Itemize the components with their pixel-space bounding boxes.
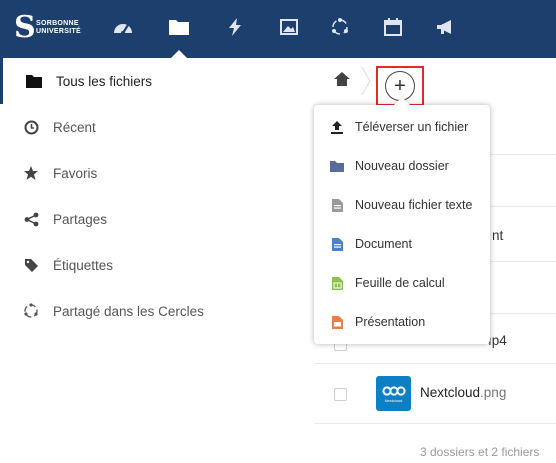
row-checkbox[interactable]: [334, 388, 347, 401]
clock-icon: [23, 119, 39, 135]
gallery-icon[interactable]: [276, 14, 302, 40]
menu-item-label: Présentation: [355, 315, 426, 329]
sidebar-item-label: Favoris: [53, 165, 98, 181]
folder-icon[interactable]: [166, 14, 192, 40]
nextcloud-thumbnail-icon: Nextcloud: [376, 376, 411, 411]
menu-item-new-folder[interactable]: Nouveau dossier: [314, 146, 490, 186]
sorbonne-logo[interactable]: S SORBONNE UNIVERSITÉ: [14, 13, 81, 43]
tag-icon: [23, 257, 39, 273]
file-summary: 3 dossiers et 2 fichiers: [420, 445, 540, 459]
file-extension: .png: [480, 385, 507, 400]
menu-item-upload[interactable]: Téléverser un fichier: [314, 107, 490, 147]
file-basename: Nextcloud: [420, 385, 481, 400]
share-icon: [23, 211, 39, 227]
upload-icon: [330, 120, 344, 134]
sidebar-item-label: Étiquettes: [53, 257, 114, 273]
star-icon: [23, 165, 39, 181]
sidebar-item-all-files[interactable]: Tous les fichiers: [0, 58, 314, 104]
sidebar-item-circles[interactable]: Partagé dans les Cercles: [0, 288, 314, 334]
row-divider: [314, 363, 556, 364]
menu-item-label: Nouveau fichier texte: [355, 198, 473, 212]
folder-icon: [330, 159, 344, 173]
new-menu-popover: Téléverser un fichier Nouveau dossier No…: [314, 97, 490, 344]
text-file-icon: [330, 198, 344, 212]
circles-icon[interactable]: [327, 14, 353, 40]
sidebar-item-label: Tous les fichiers: [56, 73, 153, 89]
file-name-nextcloud-png[interactable]: Nextcloud.png: [420, 385, 506, 400]
sidebar: Tous les fichiers Récent Favoris Partage…: [0, 58, 314, 463]
menu-item-presentation[interactable]: Présentation: [314, 302, 490, 342]
sidebar-item-label: Récent: [53, 119, 96, 135]
partial-video-name: ıp4: [488, 333, 507, 348]
circles-icon: [23, 303, 39, 319]
menu-item-label: Téléverser un fichier: [355, 120, 469, 134]
sidebar-item-favorites[interactable]: Favoris: [0, 150, 314, 196]
sidebar-item-label: Partagé dans les Cercles: [53, 303, 204, 319]
sidebar-item-tags[interactable]: Étiquettes: [0, 242, 314, 288]
dashboard-icon[interactable]: [110, 14, 136, 40]
folder-icon: [26, 73, 42, 89]
menu-item-label: Nouveau dossier: [355, 159, 449, 173]
popover-arrow: [394, 97, 410, 105]
menu-item-spreadsheet[interactable]: Feuille de calcul: [314, 263, 490, 303]
calendar-icon[interactable]: [380, 14, 406, 40]
sidebar-item-shares[interactable]: Partages: [0, 196, 314, 242]
logo-line1: SORBONNE: [36, 20, 79, 27]
breadcrumb-separator: [361, 66, 371, 96]
document-icon: [330, 237, 344, 251]
menu-item-new-text-file[interactable]: Nouveau fichier texte: [314, 185, 490, 225]
top-bar: S SORBONNE UNIVERSITÉ: [0, 0, 556, 58]
home-icon[interactable]: [334, 72, 350, 91]
activity-icon[interactable]: [222, 14, 248, 40]
sidebar-item-recent[interactable]: Récent: [0, 104, 314, 150]
presentation-icon: [330, 315, 344, 329]
logo-initial: S: [14, 10, 36, 45]
logo-line2: UNIVERSITÉ: [36, 28, 82, 35]
partial-file-name: nt: [492, 228, 504, 243]
menu-item-document[interactable]: Document: [314, 224, 490, 264]
announcements-icon[interactable]: [433, 14, 459, 40]
row-divider: [314, 423, 556, 424]
menu-item-label: Document: [355, 237, 412, 251]
menu-item-label: Feuille de calcul: [355, 276, 445, 290]
sidebar-item-label: Partages: [53, 211, 108, 227]
spreadsheet-icon: [330, 276, 344, 290]
active-app-indicator: [171, 50, 187, 58]
